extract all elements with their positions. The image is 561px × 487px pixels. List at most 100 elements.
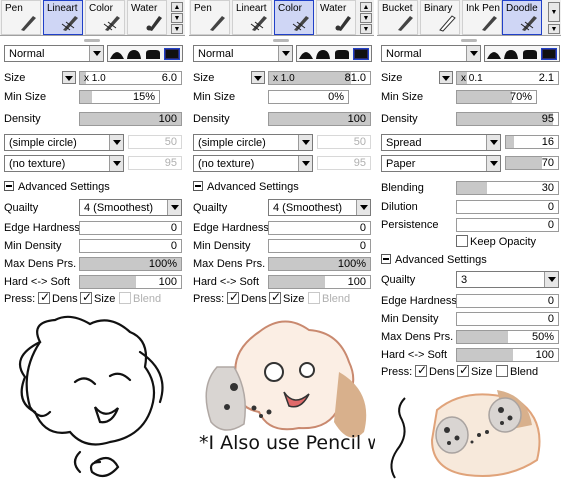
- max-dens-prs-slider[interactable]: 100%: [268, 257, 371, 271]
- tool-menu-button[interactable]: ▼: [171, 24, 183, 34]
- tab-color[interactable]: Color: [85, 0, 125, 35]
- density-slider[interactable]: 100: [79, 112, 182, 126]
- edge-hardness-slider[interactable]: 0: [268, 221, 371, 235]
- press-dens-checkbox[interactable]: Dens: [38, 290, 78, 305]
- shape-amount-slider[interactable]: 50: [317, 135, 371, 149]
- paper-texture-combo[interactable]: Paper: [381, 155, 501, 172]
- press-blend-checkbox[interactable]: Blend: [496, 365, 538, 378]
- brush-shape-medium-icon[interactable]: [127, 49, 141, 59]
- brush-shape-soft-icon[interactable]: [299, 49, 313, 59]
- tab-water[interactable]: Water: [316, 0, 356, 35]
- spread-amount-slider[interactable]: 16: [505, 135, 559, 149]
- texture-amount-slider[interactable]: 95: [128, 156, 182, 170]
- hard-soft-slider[interactable]: 100: [268, 275, 371, 289]
- brush-shape-selector[interactable]: [107, 45, 183, 62]
- tab-pen[interactable]: Pen: [190, 0, 230, 35]
- brush-shape-round-icon[interactable]: [335, 49, 349, 59]
- size-multiplier-dropdown[interactable]: [251, 71, 265, 84]
- edge-hardness-label: Edge Hardness: [193, 222, 269, 234]
- size-multiplier-dropdown[interactable]: [439, 71, 453, 84]
- edge-hardness-slider[interactable]: 0: [79, 221, 182, 235]
- quality-combo[interactable]: 4 (Smoothest): [268, 199, 371, 216]
- brush-shape-combo[interactable]: (simple circle): [193, 134, 313, 151]
- panel-grip[interactable]: [377, 37, 561, 43]
- min-density-slider[interactable]: 0: [456, 312, 559, 326]
- quality-combo[interactable]: 4 (Smoothest): [79, 199, 182, 216]
- min-density-slider[interactable]: 0: [79, 239, 182, 253]
- tab-binary[interactable]: Binary: [420, 0, 460, 35]
- quality-combo[interactable]: 3: [456, 271, 559, 288]
- size-slider[interactable]: x 0.1 2.1: [456, 71, 559, 85]
- press-size-checkbox[interactable]: Size: [269, 290, 304, 305]
- scroll-up-button[interactable]: ▲: [360, 2, 372, 12]
- min-density-slider[interactable]: 0: [268, 239, 371, 253]
- scroll-up-button[interactable]: ▲: [171, 2, 183, 12]
- brush-shape-medium-icon[interactable]: [316, 49, 330, 59]
- press-size-checkbox[interactable]: Size: [457, 363, 492, 378]
- press-dens-checkbox[interactable]: Dens: [415, 363, 455, 378]
- max-dens-prs-slider[interactable]: 50%: [456, 330, 559, 344]
- brush-shape-medium-icon[interactable]: [504, 49, 518, 59]
- panel-grip[interactable]: [189, 37, 374, 43]
- tab-color[interactable]: Color: [274, 0, 314, 35]
- panel-grip[interactable]: [0, 37, 185, 43]
- press-blend-checkbox[interactable]: Blend: [308, 292, 350, 305]
- scroll-down-button[interactable]: ▼: [171, 13, 183, 23]
- brush-shape-combo[interactable]: (simple circle): [4, 134, 124, 151]
- blend-mode-select[interactable]: Normal: [193, 45, 293, 62]
- tool-menu-button[interactable]: ▼: [548, 24, 560, 34]
- max-dens-prs-slider[interactable]: 100%: [79, 257, 182, 271]
- size-slider[interactable]: x 1.0 81.0: [268, 71, 371, 85]
- advanced-settings-toggle[interactable]: Advanced Settings: [4, 181, 110, 193]
- min-size-slider[interactable]: 15%: [79, 90, 160, 104]
- brush-shape-hard-icon[interactable]: [353, 48, 369, 60]
- tab-lineart[interactable]: Lineart: [232, 0, 272, 35]
- tab-pen[interactable]: Pen: [1, 0, 41, 35]
- tab-water[interactable]: Water: [127, 0, 167, 35]
- bucket-icon: [398, 16, 413, 31]
- hard-soft-slider[interactable]: 100: [79, 275, 182, 289]
- min-size-slider[interactable]: 70%: [456, 90, 537, 104]
- size-slider[interactable]: x 1.0 6.0: [79, 71, 182, 85]
- keep-opacity-checkbox[interactable]: Keep Opacity: [456, 235, 536, 248]
- tab-lineart[interactable]: Lineart: [43, 0, 83, 35]
- texture-combo[interactable]: (no texture): [193, 155, 313, 172]
- tab-doodle[interactable]: Doodle: [502, 0, 542, 35]
- paper-amount-slider[interactable]: 70: [505, 156, 559, 170]
- brush-shape-selector[interactable]: [296, 45, 372, 62]
- advanced-settings-toggle[interactable]: Advanced Settings: [193, 181, 299, 193]
- texture-combo[interactable]: (no texture): [4, 155, 124, 172]
- spread-combo[interactable]: Spread: [381, 134, 501, 151]
- lineart-sample-drawing: [18, 315, 164, 478]
- blend-mode-select[interactable]: Normal: [4, 45, 104, 62]
- brush-shape-hard-icon[interactable]: [541, 48, 557, 60]
- scroll-down-button[interactable]: ▼: [360, 13, 372, 23]
- press-blend-checkbox[interactable]: Blend: [119, 292, 161, 305]
- brush-shape-hard-icon[interactable]: [164, 48, 180, 60]
- shape-amount-slider[interactable]: 50: [128, 135, 182, 149]
- texture-amount-slider[interactable]: 95: [317, 156, 371, 170]
- tab-ink-pen[interactable]: Ink Pen: [462, 0, 502, 35]
- brush-shape-soft-icon[interactable]: [487, 49, 501, 59]
- density-slider[interactable]: 100: [268, 112, 371, 126]
- persistence-slider[interactable]: 0: [456, 218, 559, 232]
- tab-bucket[interactable]: Bucket: [378, 0, 418, 35]
- edge-hardness-slider[interactable]: 0: [456, 294, 559, 308]
- min-size-slider[interactable]: 0%: [268, 90, 349, 104]
- dilution-slider[interactable]: 0: [456, 200, 559, 214]
- hard-soft-slider[interactable]: 100: [456, 348, 559, 362]
- brush-shape-round-icon[interactable]: [146, 49, 160, 59]
- brush-shape-round-icon[interactable]: [523, 49, 537, 59]
- scroll-up-button[interactable]: ▼: [548, 2, 560, 22]
- blend-mode-select[interactable]: Normal: [381, 45, 481, 62]
- blending-slider[interactable]: 30: [456, 181, 559, 195]
- press-size-checkbox[interactable]: Size: [80, 290, 115, 305]
- tool-menu-button[interactable]: ▼: [360, 24, 372, 34]
- press-dens-checkbox[interactable]: Dens: [227, 290, 267, 305]
- density-slider[interactable]: 95: [456, 112, 559, 126]
- brush-shape-soft-icon[interactable]: [110, 49, 124, 59]
- edge-hardness-label: Edge Hardness: [4, 222, 80, 234]
- advanced-settings-toggle[interactable]: Advanced Settings: [381, 254, 487, 266]
- brush-shape-selector[interactable]: [484, 45, 560, 62]
- size-multiplier-dropdown[interactable]: [62, 71, 76, 84]
